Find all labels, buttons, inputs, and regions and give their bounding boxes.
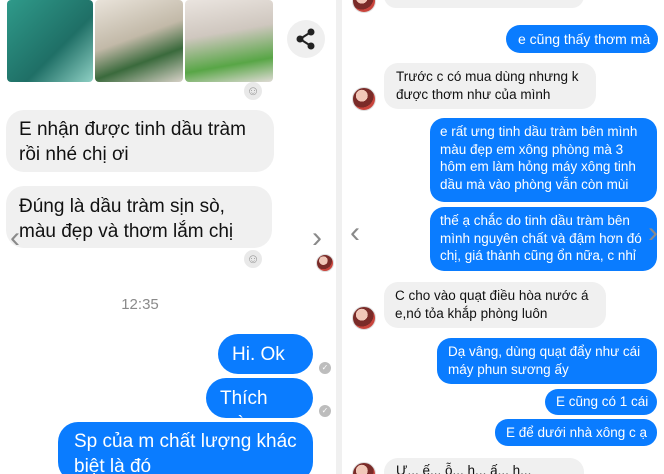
left-chat-panel: ☺ E nhận được tinh dầu tràm rồi nhé chị … xyxy=(0,0,336,474)
sent-message-bubble: Sp của m chất lượng khác biệt là đó xyxy=(58,422,313,474)
sent-message-bubble: Hi. Ok e xyxy=(218,334,313,390)
sent-message-bubble: e cũng thấy thơm mà xyxy=(506,25,658,53)
seen-check-icon: ✓ xyxy=(319,362,331,374)
chevron-left-icon[interactable]: ‹ xyxy=(10,223,20,253)
avatar xyxy=(352,462,376,474)
message-bubble: E nhận được tinh dầu tràm rồi nhé chị ơi xyxy=(6,110,274,172)
product-photo-2[interactable] xyxy=(95,0,183,82)
avatar xyxy=(352,306,376,330)
message-bubble: Trước c có mua dùng nhưng k được thơm nh… xyxy=(384,63,596,109)
avatar xyxy=(316,254,334,272)
message-bubble: C cho vào quạt điều hòa nước á e,nó tỏa … xyxy=(384,282,606,328)
avatar xyxy=(352,0,376,13)
react-icon[interactable]: ☺ xyxy=(244,82,262,100)
timestamp: 12:35 xyxy=(121,296,159,313)
chevron-right-icon[interactable]: › xyxy=(648,218,658,248)
sent-message-bubble: Dạ vâng, dùng quạt đẩy như cái máy phun … xyxy=(437,338,657,384)
chevron-right-icon[interactable]: › xyxy=(312,223,322,253)
share-icon xyxy=(296,28,315,50)
product-photo-3[interactable] xyxy=(185,0,273,82)
sent-message-bubble: E cũng có 1 cái xyxy=(545,389,657,415)
product-photo-1[interactable] xyxy=(7,0,93,82)
avatar xyxy=(352,87,376,111)
chevron-left-icon[interactable]: ‹ xyxy=(350,218,360,248)
message-bubble: Ưu dầu tràm bên mình thơm xyxy=(384,0,584,8)
sent-message-bubble: E để dưới nhà xông c ạ xyxy=(495,419,657,446)
sent-message-bubble: thế ạ chắc do tinh dầu tràm bên mình ngu… xyxy=(430,207,657,271)
react-icon[interactable]: ☺ xyxy=(244,250,262,268)
right-chat-panel: Ưu dầu tràm bên mình thơm e cũng thấy th… xyxy=(342,0,664,474)
sent-message-bubble: e rất ưng tinh dầu tràm bên mình màu đẹp… xyxy=(430,118,657,202)
seen-check-icon: ✓ xyxy=(319,405,331,417)
sent-message-bubble: Thích mà xyxy=(206,378,313,434)
share-button[interactable] xyxy=(287,20,325,58)
message-bubble: Ư... ế... ỗ... h... ấ... h... xyxy=(384,458,584,474)
message-bubble: Đúng là dầu tràm sịn sò, màu đẹp và thơm… xyxy=(6,186,272,248)
